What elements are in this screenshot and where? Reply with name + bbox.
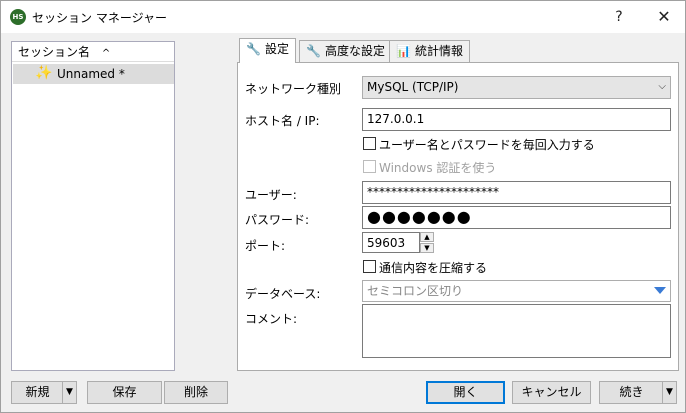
databases-select[interactable]: セミコロン区切り — [362, 280, 671, 302]
network-type-select[interactable]: MySQL (TCP/IP) ⌵ — [362, 76, 671, 99]
network-type-value: MySQL (TCP/IP) — [367, 80, 459, 94]
sort-ascending-icon: ^ — [101, 48, 111, 59]
delete-button[interactable]: 削除 — [164, 381, 228, 404]
session-manager-window: HS セッション マネージャー ? ✕ セッション名 ^ ✨ Unnamed *… — [0, 0, 686, 413]
more-button[interactable]: 続き ▼ — [599, 381, 677, 404]
cancel-button[interactable]: キャンセル — [512, 381, 591, 404]
user-input[interactable]: ********************** — [362, 181, 671, 204]
tab-label: 統計情報 — [414, 44, 463, 58]
comment-textarea[interactable] — [362, 304, 671, 358]
more-dropdown-arrow-icon[interactable]: ▼ — [662, 382, 676, 403]
windows-auth-label: Windows 認証を使う — [379, 161, 497, 175]
more-button-label: 続き — [619, 385, 644, 399]
databases-label: データベース: — [245, 287, 321, 301]
session-list[interactable]: セッション名 ^ ✨ Unnamed * — [11, 41, 175, 371]
port-label: ポート: — [245, 239, 286, 253]
tab-label: 高度な設定 — [324, 44, 385, 58]
session-item-unnamed[interactable]: ✨ Unnamed * — [13, 64, 174, 84]
windows-auth-checkbox[interactable] — [363, 160, 376, 173]
title-bar: HS セッション マネージャー ? ✕ — [1, 1, 685, 33]
host-label: ホスト名 / IP: — [245, 114, 320, 128]
prompt-credentials-checkbox[interactable] — [363, 137, 376, 150]
tab-advanced[interactable]: 🔧 高度な設定 — [299, 40, 392, 62]
session-name-column-header[interactable]: セッション名 ^ — [12, 42, 174, 62]
prompt-credentials-label: ユーザー名とパスワードを毎回入力する — [379, 138, 595, 152]
password-label: パスワード: — [245, 213, 310, 227]
wrench-icon: 🔧 — [306, 44, 321, 58]
comment-label: コメント: — [245, 312, 298, 326]
compression-label: 通信内容を圧縮する — [379, 261, 488, 275]
new-button[interactable]: 新規 ▼ — [11, 381, 77, 404]
app-icon: HS — [10, 9, 26, 25]
compression-checkbox[interactable] — [363, 260, 376, 273]
tab-label: 設定 — [264, 42, 289, 56]
column-header-label: セッション名 — [18, 45, 91, 59]
window-title: セッション マネージャー — [32, 11, 167, 25]
network-type-label: ネットワーク種別 — [245, 82, 342, 96]
password-input[interactable]: ●●●●●●● — [362, 206, 671, 229]
host-input[interactable]: 127.0.0.1 — [362, 108, 671, 131]
wrench-icon: 🔧 — [246, 42, 261, 56]
bar-chart-icon: 📊 — [396, 44, 411, 58]
session-item-label: Unnamed * — [57, 67, 125, 81]
chevron-down-icon: ⌵ — [658, 81, 666, 92]
port-increment-button[interactable]: ▲ — [420, 232, 434, 242]
databases-placeholder: セミコロン区切り — [367, 284, 464, 298]
user-label: ユーザー: — [245, 188, 297, 202]
tab-statistics[interactable]: 📊 統計情報 — [389, 40, 470, 62]
open-button[interactable]: 開く — [426, 381, 505, 404]
port-decrement-button[interactable]: ▼ — [420, 243, 434, 253]
star-icon: ✨ — [35, 65, 53, 81]
new-button-label: 新規 — [25, 385, 50, 399]
port-input[interactable]: 59603 — [362, 232, 420, 253]
save-button[interactable]: 保存 — [87, 381, 162, 404]
tab-settings[interactable]: 🔧 設定 — [239, 38, 296, 63]
new-dropdown-arrow-icon[interactable]: ▼ — [62, 382, 76, 403]
help-button[interactable]: ? — [604, 5, 634, 29]
dropdown-triangle-icon — [654, 287, 666, 294]
close-button[interactable]: ✕ — [649, 5, 679, 29]
